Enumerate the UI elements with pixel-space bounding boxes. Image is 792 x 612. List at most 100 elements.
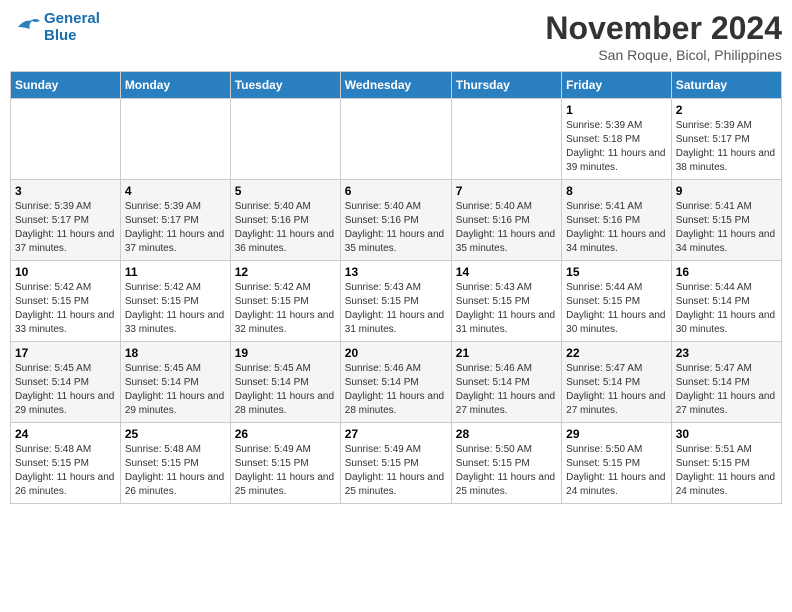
calendar-cell: 17 Sunrise: 5:45 AM Sunset: 5:14 PM Dayli…: [11, 342, 121, 423]
calendar-cell: 13 Sunrise: 5:43 AM Sunset: 5:15 PM Dayli…: [340, 261, 451, 342]
calendar-cell: 22 Sunrise: 5:47 AM Sunset: 5:14 PM Dayli…: [562, 342, 672, 423]
day-info: Sunrise: 5:42 AM Sunset: 5:15 PM Dayligh…: [15, 281, 116, 337]
day-number: 2: [676, 103, 777, 117]
day-number: 16: [676, 265, 777, 279]
day-info: Sunrise: 5:48 AM Sunset: 5:15 PM Dayligh…: [125, 443, 226, 499]
day-number: 18: [125, 346, 226, 360]
month-title: November 2024: [545, 10, 782, 47]
weekday-header: Monday: [120, 72, 230, 99]
day-number: 26: [235, 427, 336, 441]
calendar-week-row: 1 Sunrise: 5:39 AM Sunset: 5:18 PM Daylig…: [11, 99, 782, 180]
day-number: 6: [345, 184, 447, 198]
logo-text: General Blue: [44, 10, 100, 44]
day-info: Sunrise: 5:40 AM Sunset: 5:16 PM Dayligh…: [456, 200, 557, 256]
day-number: 20: [345, 346, 447, 360]
day-info: Sunrise: 5:43 AM Sunset: 5:15 PM Dayligh…: [456, 281, 557, 337]
day-info: Sunrise: 5:40 AM Sunset: 5:16 PM Dayligh…: [345, 200, 447, 256]
day-info: Sunrise: 5:45 AM Sunset: 5:14 PM Dayligh…: [125, 362, 226, 418]
day-info: Sunrise: 5:47 AM Sunset: 5:14 PM Dayligh…: [566, 362, 667, 418]
day-number: 23: [676, 346, 777, 360]
calendar-cell: 21Sunrise: 5:46 AM Sunset: 5:14 PM Dayli…: [451, 342, 561, 423]
weekday-header: Tuesday: [230, 72, 340, 99]
day-number: 19: [235, 346, 336, 360]
day-info: Sunrise: 5:39 AM Sunset: 5:17 PM Dayligh…: [676, 119, 777, 175]
calendar-cell: 1 Sunrise: 5:39 AM Sunset: 5:18 PM Daylig…: [562, 99, 672, 180]
calendar-cell: 27 Sunrise: 5:49 AM Sunset: 5:15 PM Dayli…: [340, 423, 451, 504]
day-number: 5: [235, 184, 336, 198]
calendar-cell: 15 Sunrise: 5:44 AM Sunset: 5:15 PM Dayli…: [562, 261, 672, 342]
calendar-cell: 16Sunrise: 5:44 AM Sunset: 5:14 PM Dayli…: [671, 261, 781, 342]
calendar-cell: 19 Sunrise: 5:45 AM Sunset: 5:14 PM Dayli…: [230, 342, 340, 423]
calendar-cell: 12 Sunrise: 5:42 AM Sunset: 5:15 PM Dayli…: [230, 261, 340, 342]
day-info: Sunrise: 5:44 AM Sunset: 5:15 PM Dayligh…: [566, 281, 667, 337]
day-info: Sunrise: 5:41 AM Sunset: 5:15 PM Dayligh…: [676, 200, 777, 256]
weekday-header: Friday: [562, 72, 672, 99]
day-info: Sunrise: 5:49 AM Sunset: 5:15 PM Dayligh…: [345, 443, 447, 499]
calendar-week-row: 17 Sunrise: 5:45 AM Sunset: 5:14 PM Dayli…: [11, 342, 782, 423]
day-info: Sunrise: 5:40 AM Sunset: 5:16 PM Dayligh…: [235, 200, 336, 256]
day-number: 8: [566, 184, 667, 198]
calendar-cell: 26 Sunrise: 5:49 AM Sunset: 5:15 PM Dayli…: [230, 423, 340, 504]
calendar-table: SundayMondayTuesdayWednesdayThursdayFrid…: [10, 71, 782, 504]
day-info: Sunrise: 5:42 AM Sunset: 5:15 PM Dayligh…: [125, 281, 226, 337]
page-header: General Blue November 2024 San Roque, Bi…: [10, 10, 782, 63]
calendar-cell: 3Sunrise: 5:39 AM Sunset: 5:17 PM Daylig…: [11, 180, 121, 261]
calendar-cell: 25 Sunrise: 5:48 AM Sunset: 5:15 PM Dayli…: [120, 423, 230, 504]
calendar-week-row: 24Sunrise: 5:48 AM Sunset: 5:15 PM Dayli…: [11, 423, 782, 504]
day-info: Sunrise: 5:42 AM Sunset: 5:15 PM Dayligh…: [235, 281, 336, 337]
calendar-cell: [120, 99, 230, 180]
day-number: 11: [125, 265, 226, 279]
day-info: Sunrise: 5:43 AM Sunset: 5:15 PM Dayligh…: [345, 281, 447, 337]
day-info: Sunrise: 5:45 AM Sunset: 5:14 PM Dayligh…: [235, 362, 336, 418]
day-number: 29: [566, 427, 667, 441]
day-info: Sunrise: 5:39 AM Sunset: 5:18 PM Dayligh…: [566, 119, 667, 175]
day-number: 17: [15, 346, 116, 360]
calendar-cell: 4Sunrise: 5:39 AM Sunset: 5:17 PM Daylig…: [120, 180, 230, 261]
calendar-week-row: 10 Sunrise: 5:42 AM Sunset: 5:15 PM Dayli…: [11, 261, 782, 342]
calendar-cell: 7Sunrise: 5:40 AM Sunset: 5:16 PM Daylig…: [451, 180, 561, 261]
logo-icon: [10, 15, 40, 39]
day-info: Sunrise: 5:49 AM Sunset: 5:15 PM Dayligh…: [235, 443, 336, 499]
day-number: 14: [456, 265, 557, 279]
day-number: 28: [456, 427, 557, 441]
day-info: Sunrise: 5:50 AM Sunset: 5:15 PM Dayligh…: [456, 443, 557, 499]
day-number: 25: [125, 427, 226, 441]
day-number: 4: [125, 184, 226, 198]
calendar-cell: 6 Sunrise: 5:40 AM Sunset: 5:16 PM Daylig…: [340, 180, 451, 261]
day-number: 12: [235, 265, 336, 279]
day-number: 1: [566, 103, 667, 117]
weekday-header-row: SundayMondayTuesdayWednesdayThursdayFrid…: [11, 72, 782, 99]
day-number: 10: [15, 265, 116, 279]
day-number: 22: [566, 346, 667, 360]
weekday-header: Wednesday: [340, 72, 451, 99]
logo: General Blue: [10, 10, 100, 44]
weekday-header: Thursday: [451, 72, 561, 99]
day-number: 3: [15, 184, 116, 198]
location-subtitle: San Roque, Bicol, Philippines: [545, 47, 782, 63]
day-info: Sunrise: 5:41 AM Sunset: 5:16 PM Dayligh…: [566, 200, 667, 256]
day-number: 30: [676, 427, 777, 441]
calendar-cell: 24Sunrise: 5:48 AM Sunset: 5:15 PM Dayli…: [11, 423, 121, 504]
calendar-cell: 11 Sunrise: 5:42 AM Sunset: 5:15 PM Dayli…: [120, 261, 230, 342]
day-info: Sunrise: 5:46 AM Sunset: 5:14 PM Dayligh…: [345, 362, 447, 418]
calendar-cell: 20 Sunrise: 5:46 AM Sunset: 5:14 PM Dayli…: [340, 342, 451, 423]
day-number: 27: [345, 427, 447, 441]
calendar-cell: [11, 99, 121, 180]
day-info: Sunrise: 5:51 AM Sunset: 5:15 PM Dayligh…: [676, 443, 777, 499]
weekday-header: Sunday: [11, 72, 121, 99]
day-number: 13: [345, 265, 447, 279]
title-block: November 2024 San Roque, Bicol, Philippi…: [545, 10, 782, 63]
calendar-cell: 2 Sunrise: 5:39 AM Sunset: 5:17 PM Daylig…: [671, 99, 781, 180]
calendar-cell: 9Sunrise: 5:41 AM Sunset: 5:15 PM Daylig…: [671, 180, 781, 261]
day-info: Sunrise: 5:45 AM Sunset: 5:14 PM Dayligh…: [15, 362, 116, 418]
calendar-cell: [451, 99, 561, 180]
weekday-header: Saturday: [671, 72, 781, 99]
day-number: 15: [566, 265, 667, 279]
day-info: Sunrise: 5:46 AM Sunset: 5:14 PM Dayligh…: [456, 362, 557, 418]
calendar-cell: 28 Sunrise: 5:50 AM Sunset: 5:15 PM Dayli…: [451, 423, 561, 504]
calendar-cell: 14 Sunrise: 5:43 AM Sunset: 5:15 PM Dayli…: [451, 261, 561, 342]
calendar-cell: 30 Sunrise: 5:51 AM Sunset: 5:15 PM Dayli…: [671, 423, 781, 504]
calendar-cell: 10 Sunrise: 5:42 AM Sunset: 5:15 PM Dayli…: [11, 261, 121, 342]
day-info: Sunrise: 5:47 AM Sunset: 5:14 PM Dayligh…: [676, 362, 777, 418]
calendar-cell: 5 Sunrise: 5:40 AM Sunset: 5:16 PM Daylig…: [230, 180, 340, 261]
